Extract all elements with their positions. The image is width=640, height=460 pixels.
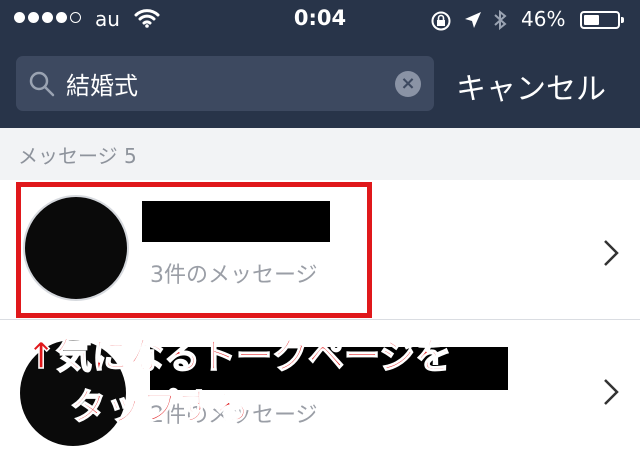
location-arrow-icon — [463, 10, 483, 34]
highlight-box — [16, 182, 372, 318]
status-bar: au 0:04 46% — [0, 0, 640, 42]
cancel-button[interactable]: キャンセル — [456, 64, 606, 108]
clear-search-icon[interactable]: × — [395, 71, 421, 97]
search-icon — [28, 70, 56, 102]
rotation-lock-icon — [430, 10, 452, 36]
chevron-right-icon — [602, 377, 620, 411]
search-bar[interactable]: × — [16, 56, 434, 111]
battery-fill — [584, 15, 599, 25]
battery-icon — [580, 11, 624, 29]
annotation-text-line2: タップする — [69, 386, 251, 429]
battery-percent: 46% — [521, 7, 566, 31]
chevron-right-icon — [602, 238, 620, 272]
section-title: メッセージ 5 — [18, 144, 137, 168]
annotation-text-line1: ↑気になるトークページを — [25, 335, 452, 378]
bluetooth-icon — [492, 8, 508, 36]
header: au 0:04 46% 結婚式 × キャンセル — [0, 0, 640, 128]
search-input[interactable] — [66, 56, 386, 111]
section-header-messages: メッセージ 5 — [0, 128, 640, 180]
